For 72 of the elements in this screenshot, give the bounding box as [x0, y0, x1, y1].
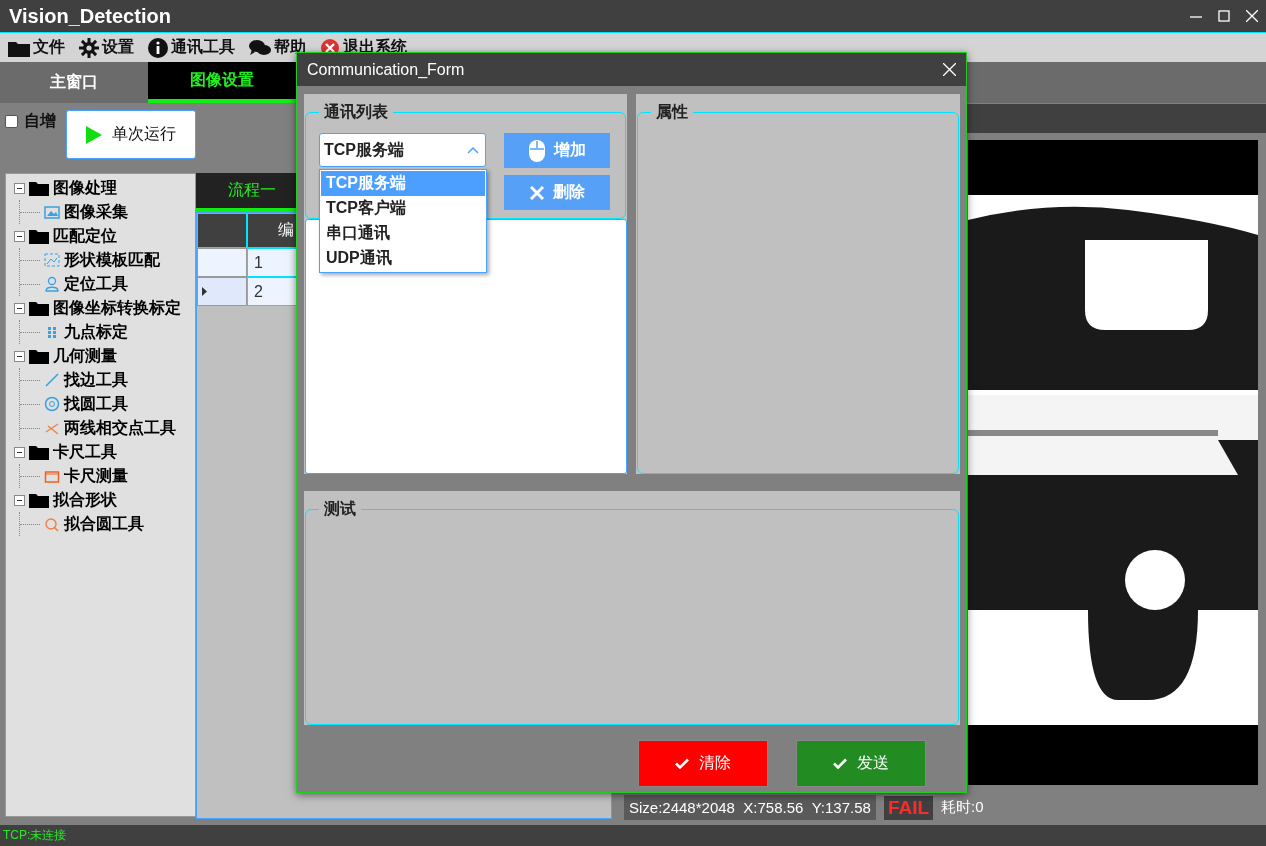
close-icon[interactable]: [1246, 10, 1258, 22]
dropdown-option[interactable]: 串口通讯: [321, 221, 485, 246]
clear-button[interactable]: 清除: [638, 740, 768, 787]
collapse-toggle[interactable]: [14, 230, 25, 242]
tree-item[interactable]: 拟合圆工具: [64, 513, 144, 535]
tree-item[interactable]: 图像处理: [53, 177, 117, 199]
folder-icon: [29, 348, 49, 364]
check-icon: [675, 758, 689, 769]
caret-icon: [467, 146, 479, 154]
tree-item[interactable]: 形状模板匹配: [64, 249, 160, 271]
tree-item[interactable]: 图像坐标转换标定: [53, 297, 181, 319]
group-title: 属性: [655, 102, 689, 122]
circle-icon: [44, 396, 60, 412]
window-title: Vision_Detection: [9, 4, 172, 28]
result-label: FAIL: [883, 795, 934, 820]
tree-item[interactable]: 图像采集: [64, 201, 128, 223]
time-label: 耗时:0: [941, 798, 984, 817]
folder-icon: [29, 228, 49, 244]
folder-icon: [29, 180, 49, 196]
image-icon: [44, 204, 60, 220]
menu-item[interactable]: 文件: [8, 37, 65, 58]
tree-item[interactable]: 卡尺测量: [64, 465, 128, 487]
caliper-icon: [44, 468, 60, 484]
intersect-icon: [44, 420, 60, 436]
tree-item[interactable]: 两线相交点工具: [64, 417, 176, 439]
tree-item[interactable]: 找圆工具: [64, 393, 128, 415]
tree-item[interactable]: 匹配定位: [53, 225, 117, 247]
settings-icon: [79, 37, 99, 58]
tree-item[interactable]: 几何测量: [53, 345, 117, 367]
checkbox-label: 自增: [24, 110, 56, 131]
maximize-icon[interactable]: [1218, 10, 1230, 22]
close-icon: [529, 185, 544, 200]
menu-item[interactable]: 通讯工具: [148, 37, 235, 58]
info-icon: [148, 37, 168, 58]
collapse-toggle[interactable]: [14, 494, 25, 506]
send-button[interactable]: 发送: [796, 740, 926, 787]
checkbox[interactable]: [5, 114, 18, 128]
group-title: 测试: [323, 499, 357, 519]
dropdown[interactable]: TCP服务端: [319, 133, 486, 167]
tab[interactable]: 图像设置: [148, 62, 296, 103]
close-icon[interactable]: [943, 63, 956, 76]
fit-circle-icon: [44, 516, 60, 532]
list-box[interactable]: [305, 219, 627, 474]
tree-item[interactable]: 找边工具: [64, 369, 128, 391]
header-cell: [197, 213, 247, 248]
tree-item[interactable]: 拟合形状: [53, 489, 117, 511]
tree-item[interactable]: 卡尺工具: [53, 441, 117, 463]
mouse-icon: [528, 139, 545, 162]
folder-icon: [29, 300, 49, 316]
dialog-title: Communication_Form: [307, 60, 465, 79]
check-icon: [833, 758, 847, 769]
play-icon: [85, 125, 102, 144]
row-header[interactable]: [197, 248, 247, 277]
collapse-toggle[interactable]: [14, 350, 25, 362]
line-icon: [44, 372, 60, 388]
current-row-icon: [202, 287, 207, 296]
collapse-toggle[interactable]: [14, 302, 25, 314]
status-text: TCP:未连接: [3, 827, 67, 844]
dropdown-option[interactable]: UDP通讯: [321, 246, 485, 271]
folder-icon: [29, 444, 49, 460]
chat-icon: [249, 38, 271, 57]
run-button[interactable]: 单次运行: [65, 110, 196, 159]
folder-icon: [29, 492, 49, 508]
shape-match-icon: [44, 252, 60, 268]
tree-item[interactable]: 定位工具: [64, 273, 128, 295]
tree-item[interactable]: 九点标定: [64, 321, 128, 343]
group-title: 通讯列表: [323, 102, 389, 122]
collapse-toggle[interactable]: [14, 182, 25, 194]
image-size: Size:2448*2048 X:758.56 Y:137.58: [624, 795, 876, 820]
collapse-toggle[interactable]: [14, 446, 25, 458]
menu-item[interactable]: 设置: [79, 37, 134, 58]
person-icon: [44, 276, 60, 292]
